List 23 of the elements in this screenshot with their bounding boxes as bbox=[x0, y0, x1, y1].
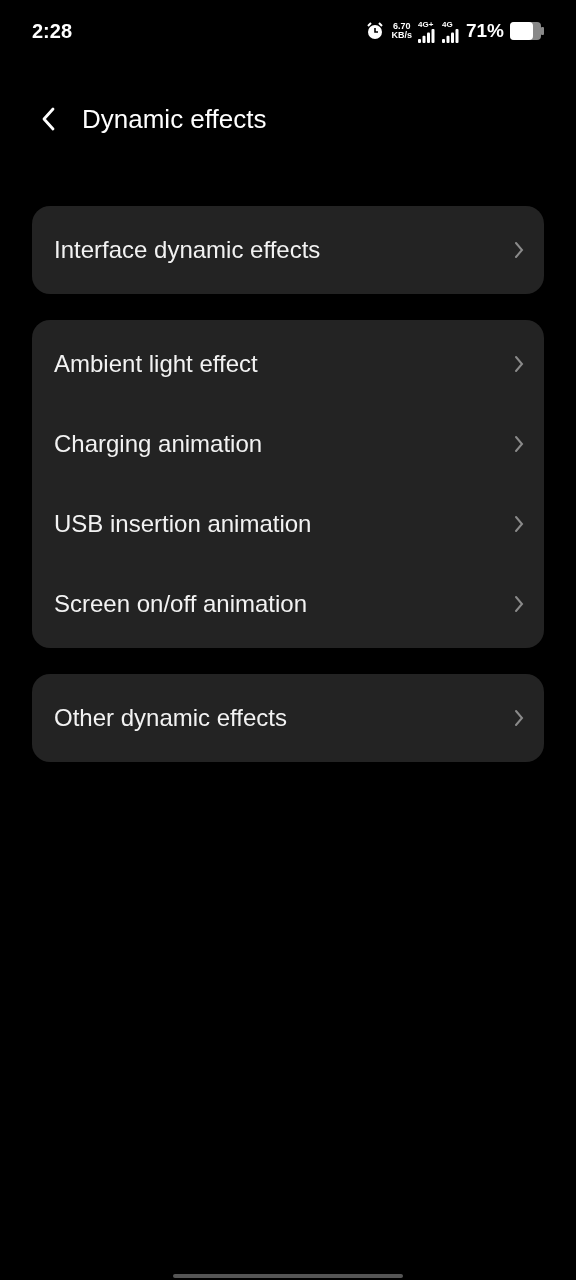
network-speed: 6.70 bbox=[392, 22, 411, 31]
page-title: Dynamic effects bbox=[82, 102, 267, 136]
chevron-right-icon bbox=[514, 709, 524, 727]
back-icon bbox=[41, 107, 55, 131]
signal-icon bbox=[441, 28, 460, 43]
chevron-right-icon bbox=[514, 595, 524, 613]
signal-icon bbox=[417, 28, 436, 43]
settings-row[interactable]: Interface dynamic effects bbox=[32, 210, 544, 290]
battery-percent: 71% bbox=[465, 18, 504, 43]
chevron-right-icon bbox=[514, 515, 524, 533]
network-type: 4G bbox=[441, 19, 453, 29]
settings-row[interactable]: Charging animation bbox=[32, 404, 544, 484]
network-type: 4G+ bbox=[417, 19, 434, 29]
settings-row[interactable]: USB insertion animation bbox=[32, 484, 544, 564]
settings-row[interactable]: Other dynamic effects bbox=[32, 678, 544, 758]
settings-row[interactable]: Screen on/off animation bbox=[32, 564, 544, 644]
battery-icon bbox=[510, 22, 544, 40]
speed-unit: KB/s bbox=[391, 31, 412, 40]
settings-row[interactable]: Ambient light effect bbox=[32, 324, 544, 404]
chevron-right-icon bbox=[514, 435, 524, 453]
chevron-right-icon bbox=[514, 355, 524, 373]
chevron-right-icon bbox=[514, 241, 524, 259]
status-time: 2:28 bbox=[32, 19, 73, 44]
